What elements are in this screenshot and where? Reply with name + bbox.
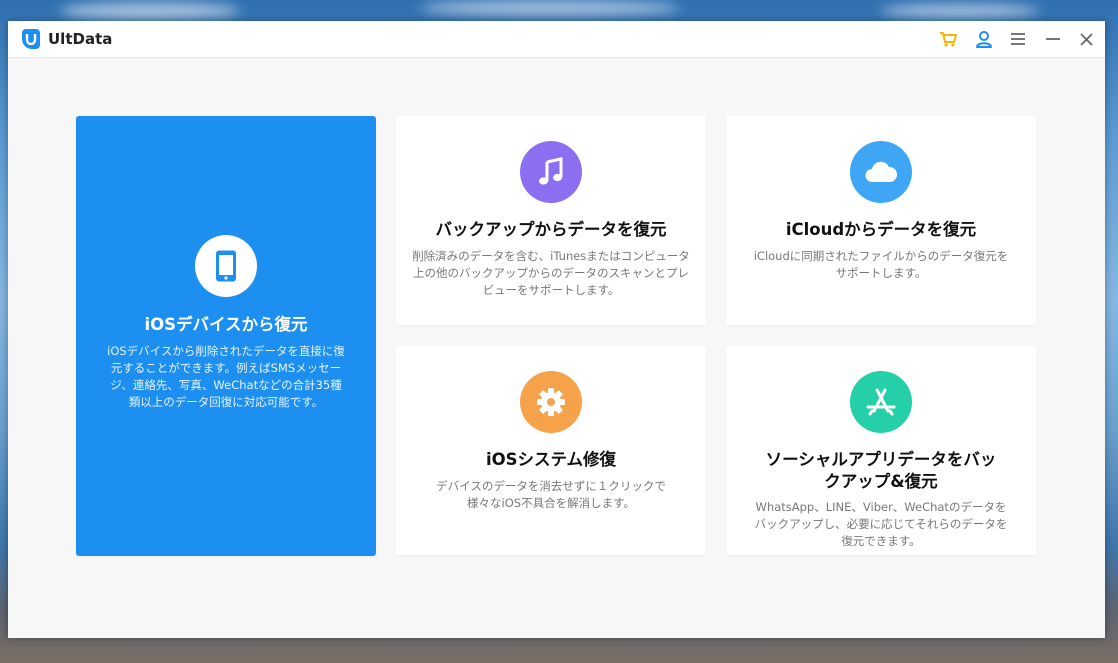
card-description: WhatsApp、LINE、Viber、WeChatのデータをバックアップし、必… xyxy=(754,500,1008,548)
menu-icon xyxy=(1011,33,1025,45)
recover-from-icloud-card[interactable]: iCloudからデータを復元 iCloudに同期されたファイルからのデータ復元を… xyxy=(726,116,1036,325)
gear-icon xyxy=(520,371,582,433)
minimize-icon xyxy=(1046,38,1060,40)
cart-button[interactable] xyxy=(937,28,959,50)
card-description: iCloudに同期されたファイルからのデータ復元をサポートします。 xyxy=(753,249,1009,280)
card-title: iOSシステム修復 xyxy=(485,450,617,469)
app-window: UltData iOSデバイスから復元 iOSデバイスから削除されたデータを直接… xyxy=(8,21,1105,638)
app-store-icon xyxy=(850,371,912,433)
card-description: 削除済みのデータを含む、iTunesまたはコンピュータ上の他のバックアップからの… xyxy=(412,249,690,297)
recover-from-backup-card[interactable]: バックアップからデータを復元 削除済みのデータを含む、iTunesまたはコンピュ… xyxy=(396,116,706,325)
ultdata-logo-icon xyxy=(22,29,40,49)
cloud-icon xyxy=(850,141,912,203)
close-button[interactable] xyxy=(1075,28,1097,50)
app-title: UltData xyxy=(48,30,113,48)
card-description: デバイスのデータを消去せずに１クリックで様々なiOS不具合を解消します。 xyxy=(436,479,666,510)
close-icon xyxy=(1079,32,1093,46)
card-title: iCloudからデータを復元 xyxy=(785,220,977,239)
minimize-button[interactable] xyxy=(1042,28,1064,50)
account-button[interactable] xyxy=(973,28,995,50)
card-title: iOSデバイスから復元 xyxy=(144,315,308,334)
social-app-backup-restore-card[interactable]: ソーシャルアプリデータをバックアップ&復元 WhatsApp、LINE、Vibe… xyxy=(726,346,1036,555)
title-bar[interactable]: UltData xyxy=(8,21,1105,58)
cart-icon xyxy=(940,32,957,47)
menu-button[interactable] xyxy=(1007,28,1029,50)
card-description: iOSデバイスから削除されたデータを直接に復元することができます。例えばSMSメ… xyxy=(107,344,345,409)
card-title: バックアップからデータを復元 xyxy=(435,220,667,239)
recover-from-ios-device-card[interactable]: iOSデバイスから復元 iOSデバイスから削除されたデータを直接に復元することが… xyxy=(76,116,376,556)
card-title: ソーシャルアプリデータをバックアップ&復元 xyxy=(765,450,997,491)
user-icon xyxy=(976,30,992,48)
phone-icon xyxy=(195,235,257,297)
ios-system-repair-card[interactable]: iOSシステム修復 デバイスのデータを消去せずに１クリックで様々なiOS不具合を… xyxy=(396,346,706,555)
music-icon xyxy=(520,141,582,203)
